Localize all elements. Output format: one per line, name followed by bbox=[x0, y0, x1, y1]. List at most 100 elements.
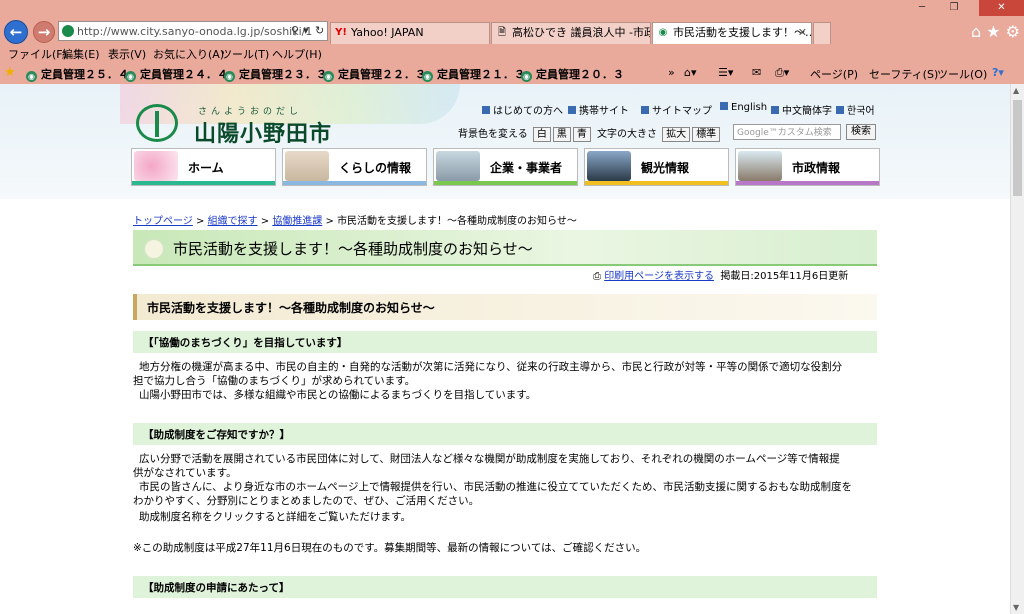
print-icon: ⎙ bbox=[593, 271, 601, 282]
favorites-star-icon[interactable]: ★ bbox=[986, 22, 1000, 41]
tab-label: Yahoo! JAPAN bbox=[351, 26, 424, 39]
paragraph: 供がなされています。 bbox=[133, 467, 237, 479]
breadcrumb-top[interactable]: トップページ bbox=[133, 216, 193, 227]
subheading-apply: 【助成制度の申請にあたって】 bbox=[133, 576, 877, 598]
vertical-scrollbar[interactable]: ▲ ▼ bbox=[1010, 84, 1024, 614]
font-enlarge-button[interactable]: 拡大 bbox=[662, 127, 691, 142]
nav-color-bar bbox=[434, 181, 577, 185]
favorites-star-icon[interactable]: ★ bbox=[4, 65, 16, 80]
nav-label: 観光情報 bbox=[641, 161, 690, 175]
favorite-link[interactable]: ◉ 定員管理２０．３ bbox=[521, 66, 624, 82]
link-label: English bbox=[731, 102, 768, 113]
back-button[interactable]: ← bbox=[4, 20, 28, 44]
site-favicon-icon: ◉ bbox=[26, 71, 37, 82]
nav-living[interactable]: くらしの情報 bbox=[282, 148, 427, 186]
favorite-label: 定員管理２０．３ bbox=[536, 68, 624, 81]
favorite-link[interactable]: ◉ 定員管理２１．３ bbox=[422, 66, 525, 82]
menu-tools-cmd[interactable]: ツール(O) bbox=[937, 66, 987, 82]
minimize-icon[interactable]: ─ bbox=[910, 0, 934, 16]
scroll-down-icon[interactable]: ▼ bbox=[1013, 603, 1019, 612]
menu-safety[interactable]: セーフティ(S) bbox=[869, 66, 938, 82]
favorite-link[interactable]: ◉ 定員管理２５．４ bbox=[26, 66, 129, 82]
breadcrumb-organization[interactable]: 組織で探す bbox=[208, 216, 258, 227]
address-bar[interactable]: http://www.city.sanyo-onoda.lg.jp/soshik… bbox=[58, 21, 328, 41]
tab-blog[interactable]: 🗎 高松ひでき 議員浪人中 -市政… bbox=[491, 22, 651, 44]
site-favicon-icon: ◉ bbox=[658, 27, 668, 38]
link-sitemap[interactable]: サイトマップ bbox=[641, 102, 712, 117]
link-label: 한국어 bbox=[847, 106, 875, 117]
bg-blue-button[interactable]: 青 bbox=[572, 127, 591, 142]
link-label: 中文簡体字 bbox=[782, 106, 832, 117]
menu-edit[interactable]: 編集(E) bbox=[62, 46, 100, 62]
nav-tourism[interactable]: 観光情報 bbox=[584, 148, 729, 186]
menu-page[interactable]: ページ(P) bbox=[810, 66, 858, 82]
search-icon[interactable]: ⚲ bbox=[291, 24, 299, 37]
settings-gear-icon[interactable]: ⚙ bbox=[1006, 22, 1020, 41]
tab-close-icon[interactable]: ✕ bbox=[798, 23, 807, 43]
breadcrumb: トップページ > 組織で探す > 協働推進課 > 市民活動を支援します！～各種助… bbox=[133, 216, 577, 227]
menu-help[interactable]: ヘルプ(H) bbox=[272, 46, 322, 62]
tab-current[interactable]: ◉ 市民活動を支援します！～… ✕ bbox=[652, 22, 812, 44]
flower-icon bbox=[134, 151, 178, 181]
link-chinese[interactable]: 中文簡体字 bbox=[771, 102, 832, 117]
menu-favorites[interactable]: お気に入り(A) bbox=[153, 46, 224, 62]
people-icon bbox=[285, 151, 329, 181]
close-icon[interactable]: ✕ bbox=[979, 0, 1024, 16]
city-hall-icon bbox=[738, 151, 782, 181]
nav-business[interactable]: 企業・事業者 bbox=[433, 148, 578, 186]
menu-tools[interactable]: ツール(T) bbox=[221, 46, 269, 62]
section-title: 市民活動を支援します！～各種助成制度のお知らせ～ bbox=[147, 301, 435, 315]
bg-white-button[interactable]: 白 bbox=[532, 127, 551, 142]
print-link[interactable]: 印刷用ページを表示する bbox=[604, 271, 714, 282]
favorite-link[interactable]: ◉ 定員管理２４．４ bbox=[125, 66, 228, 82]
page-icon: 🗎 bbox=[497, 27, 507, 38]
help-icon[interactable]: ?▾ bbox=[992, 66, 1004, 79]
bullet-icon bbox=[568, 106, 576, 114]
posted-date: 掲載日:2015年11月6日更新 bbox=[720, 271, 849, 282]
nav-home[interactable]: ホーム bbox=[131, 148, 276, 186]
link-mobile[interactable]: 携帯サイト bbox=[568, 102, 629, 117]
bullet-icon bbox=[771, 106, 779, 114]
paragraph: わかりやすく、分野別にとりまとめましたので、ぜひ、ご活用ください。 bbox=[133, 495, 480, 507]
link-korean[interactable]: 한국어 bbox=[836, 102, 875, 117]
link-english[interactable]: English bbox=[720, 102, 767, 113]
tab-label: 高松ひでき 議員浪人中 -市政… bbox=[512, 26, 651, 39]
site-favicon-icon: ◉ bbox=[125, 71, 136, 82]
bullet-icon bbox=[641, 106, 649, 114]
tab-yahoo[interactable]: Y! Yahoo! JAPAN bbox=[330, 22, 490, 44]
link-label: はじめての方へ bbox=[493, 106, 563, 117]
font-standard-button[interactable]: 標準 bbox=[692, 127, 721, 142]
home-icon[interactable]: ⌂▾ bbox=[684, 66, 697, 79]
bg-black-button[interactable]: 黒 bbox=[552, 127, 571, 142]
favorite-link[interactable]: ◉ 定員管理２３．３ bbox=[224, 66, 327, 82]
subheading-grant: 【助成制度をご存知ですか？】 bbox=[133, 423, 877, 445]
paragraph: 広い分野で活動を展開されている市民団体に対して、財団法人など様々な機関が助成制度… bbox=[139, 453, 840, 465]
chevron-icon[interactable]: » bbox=[668, 66, 675, 79]
home-icon[interactable]: ⌂ bbox=[971, 22, 981, 41]
site-favicon-icon: ◉ bbox=[521, 71, 532, 82]
favorite-link[interactable]: ◉ 定員管理２２．３ bbox=[323, 66, 426, 82]
web-page: さんようおのだし 山陽小野田市 はじめての方へ 携帯サイト サイトマップ Eng… bbox=[0, 84, 1010, 614]
search-input[interactable]: Google™カスタム検索 bbox=[733, 124, 841, 140]
menu-view[interactable]: 表示(V) bbox=[108, 46, 146, 62]
nav-color-bar bbox=[585, 181, 728, 185]
businessman-icon bbox=[436, 151, 480, 181]
link-beginners[interactable]: はじめての方へ bbox=[482, 102, 563, 117]
dropdown-icon[interactable]: ▾ bbox=[303, 24, 309, 37]
feed-icon[interactable]: ☰▾ bbox=[718, 66, 733, 79]
mail-icon[interactable]: ✉ bbox=[752, 66, 761, 79]
logo-name: 山陽小野田市 bbox=[194, 122, 333, 147]
scroll-thumb[interactable] bbox=[1013, 100, 1022, 196]
new-tab-button[interactable] bbox=[813, 22, 831, 44]
restore-icon[interactable]: ❐ bbox=[942, 0, 966, 16]
chimney-icon bbox=[587, 151, 631, 181]
menu-file[interactable]: ファイル(F) bbox=[8, 46, 67, 62]
search-button[interactable]: 検索 bbox=[846, 124, 876, 140]
print-icon[interactable]: ⎙▾ bbox=[775, 66, 789, 80]
forward-button[interactable]: → bbox=[33, 21, 55, 43]
refresh-icon[interactable]: ↻ bbox=[315, 24, 324, 37]
scroll-up-icon[interactable]: ▲ bbox=[1013, 86, 1019, 95]
nav-city-admin[interactable]: 市政情報 bbox=[735, 148, 880, 186]
breadcrumb-department[interactable]: 協働推進課 bbox=[272, 216, 322, 227]
font-size-tool: 文字の大きさ 拡大 標準 bbox=[597, 125, 721, 142]
